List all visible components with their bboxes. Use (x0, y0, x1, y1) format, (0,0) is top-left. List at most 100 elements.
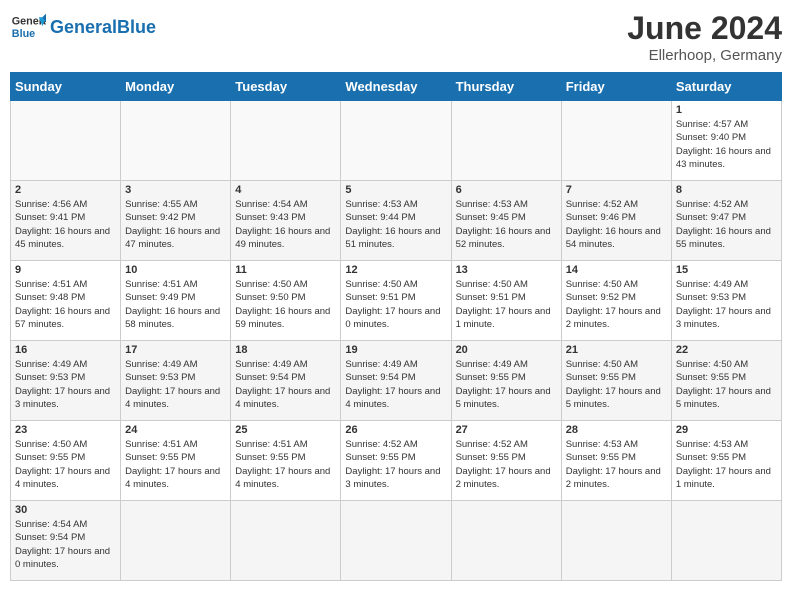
calendar-cell (11, 101, 121, 181)
calendar-cell: 11Sunrise: 4:50 AM Sunset: 9:50 PM Dayli… (231, 261, 341, 341)
calendar-cell: 17Sunrise: 4:49 AM Sunset: 9:53 PM Dayli… (121, 341, 231, 421)
week-row-5: 23 Sunrise: 4:50 AM Sunset: 9:55 PM Dayli… (11, 421, 782, 501)
day-number: 29 (676, 424, 777, 436)
weekday-header-thursday: Thursday (451, 73, 561, 101)
day-info: Sunrise: 4:49 AM Sunset: 9:53 PM Dayligh… (676, 278, 777, 331)
week-row-2: 2Sunrise: 4:56 AM Sunset: 9:41 PM Daylig… (11, 181, 782, 261)
day-info: Sunrise: 4:57 AM Sunset: 9:40 PM Dayligh… (676, 118, 777, 171)
calendar-cell (341, 101, 451, 181)
calendar-cell (451, 501, 561, 581)
week-row-6: 30 Sunrise: 4:54 AM Sunset: 9:54 PM Dayli… (11, 501, 782, 581)
day-number: 30 (15, 504, 116, 516)
calendar-cell: 28 Sunrise: 4:53 AM Sunset: 9:55 PM Dayli… (561, 421, 671, 501)
day-info: Sunrise: 4:49 AM Sunset: 9:53 PM Dayligh… (15, 358, 116, 411)
title-block: June 2024 Ellerhoop, Germany (627, 10, 782, 64)
calendar-cell: 25Sunrise: 4:51 AM Sunset: 9:55 PM Dayli… (231, 421, 341, 501)
calendar-cell: 22 Sunrise: 4:50 AM Sunset: 9:55 PM Dayli… (671, 341, 781, 421)
calendar-table: SundayMondayTuesdayWednesdayThursdayFrid… (10, 72, 782, 581)
calendar-cell: 6Sunrise: 4:53 AM Sunset: 9:45 PM Daylig… (451, 181, 561, 261)
calendar-cell: 8Sunrise: 4:52 AM Sunset: 9:47 PM Daylig… (671, 181, 781, 261)
day-info: Sunrise: 4:54 AM Sunset: 9:54 PM Dayligh… (15, 518, 116, 571)
day-info: Sunrise: 4:50 AM Sunset: 9:55 PM Dayligh… (676, 358, 777, 411)
day-info: Sunrise: 4:53 AM Sunset: 9:55 PM Dayligh… (566, 438, 667, 491)
calendar-cell: 13Sunrise: 4:50 AM Sunset: 9:51 PM Dayli… (451, 261, 561, 341)
day-info: Sunrise: 4:53 AM Sunset: 9:44 PM Dayligh… (345, 198, 446, 251)
weekday-header-tuesday: Tuesday (231, 73, 341, 101)
day-info: Sunrise: 4:50 AM Sunset: 9:51 PM Dayligh… (456, 278, 557, 331)
day-info: Sunrise: 4:51 AM Sunset: 9:48 PM Dayligh… (15, 278, 116, 331)
calendar-cell: 20Sunrise: 4:49 AM Sunset: 9:55 PM Dayli… (451, 341, 561, 421)
location-subtitle: Ellerhoop, Germany (627, 47, 782, 64)
weekday-header-friday: Friday (561, 73, 671, 101)
day-info: Sunrise: 4:52 AM Sunset: 9:55 PM Dayligh… (456, 438, 557, 491)
calendar-cell (121, 101, 231, 181)
header: General Blue GeneralBlue June 2024 Eller… (10, 10, 782, 64)
day-number: 10 (125, 264, 226, 276)
month-title: June 2024 (627, 10, 782, 47)
day-number: 27 (456, 424, 557, 436)
week-row-3: 9 Sunrise: 4:51 AM Sunset: 9:48 PM Daylig… (11, 261, 782, 341)
calendar-cell (231, 501, 341, 581)
calendar-cell: 12 Sunrise: 4:50 AM Sunset: 9:51 PM Dayli… (341, 261, 451, 341)
calendar-cell: 21Sunrise: 4:50 AM Sunset: 9:55 PM Dayli… (561, 341, 671, 421)
day-info: Sunrise: 4:49 AM Sunset: 9:54 PM Dayligh… (235, 358, 336, 411)
day-info: Sunrise: 4:52 AM Sunset: 9:47 PM Dayligh… (676, 198, 777, 251)
logo-blue: Blue (117, 17, 156, 37)
calendar-cell: 14 Sunrise: 4:50 AM Sunset: 9:52 PM Dayli… (561, 261, 671, 341)
day-info: Sunrise: 4:50 AM Sunset: 9:51 PM Dayligh… (345, 278, 446, 331)
day-info: Sunrise: 4:53 AM Sunset: 9:55 PM Dayligh… (676, 438, 777, 491)
day-number: 21 (566, 344, 667, 356)
day-info: Sunrise: 4:55 AM Sunset: 9:42 PM Dayligh… (125, 198, 226, 251)
logo: General Blue GeneralBlue (10, 10, 156, 46)
calendar-cell: 5Sunrise: 4:53 AM Sunset: 9:44 PM Daylig… (341, 181, 451, 261)
calendar-cell (671, 501, 781, 581)
calendar-cell: 23 Sunrise: 4:50 AM Sunset: 9:55 PM Dayli… (11, 421, 121, 501)
calendar-cell: 18Sunrise: 4:49 AM Sunset: 9:54 PM Dayli… (231, 341, 341, 421)
calendar-cell: 27 Sunrise: 4:52 AM Sunset: 9:55 PM Dayli… (451, 421, 561, 501)
calendar-cell: 29 Sunrise: 4:53 AM Sunset: 9:55 PM Dayli… (671, 421, 781, 501)
day-number: 4 (235, 184, 336, 196)
day-info: Sunrise: 4:52 AM Sunset: 9:55 PM Dayligh… (345, 438, 446, 491)
weekday-header-wednesday: Wednesday (341, 73, 451, 101)
calendar-cell: 24Sunrise: 4:51 AM Sunset: 9:55 PM Dayli… (121, 421, 231, 501)
weekday-header-sunday: Sunday (11, 73, 121, 101)
day-number: 12 (345, 264, 446, 276)
calendar-cell: 30 Sunrise: 4:54 AM Sunset: 9:54 PM Dayli… (11, 501, 121, 581)
day-number: 24 (125, 424, 226, 436)
day-info: Sunrise: 4:50 AM Sunset: 9:55 PM Dayligh… (15, 438, 116, 491)
day-number: 26 (345, 424, 446, 436)
day-info: Sunrise: 4:51 AM Sunset: 9:55 PM Dayligh… (235, 438, 336, 491)
day-number: 15 (676, 264, 777, 276)
week-row-1: 1Sunrise: 4:57 AM Sunset: 9:40 PM Daylig… (11, 101, 782, 181)
day-number: 3 (125, 184, 226, 196)
logo-icon: General Blue (10, 10, 46, 46)
day-number: 16 (15, 344, 116, 356)
day-number: 23 (15, 424, 116, 436)
calendar-cell: 15 Sunrise: 4:49 AM Sunset: 9:53 PM Dayli… (671, 261, 781, 341)
day-info: Sunrise: 4:50 AM Sunset: 9:52 PM Dayligh… (566, 278, 667, 331)
calendar-cell: 7Sunrise: 4:52 AM Sunset: 9:46 PM Daylig… (561, 181, 671, 261)
calendar-cell (231, 101, 341, 181)
day-info: Sunrise: 4:51 AM Sunset: 9:49 PM Dayligh… (125, 278, 226, 331)
day-number: 11 (235, 264, 336, 276)
day-number: 19 (345, 344, 446, 356)
day-number: 14 (566, 264, 667, 276)
calendar-cell: 1Sunrise: 4:57 AM Sunset: 9:40 PM Daylig… (671, 101, 781, 181)
day-number: 17 (125, 344, 226, 356)
day-info: Sunrise: 4:54 AM Sunset: 9:43 PM Dayligh… (235, 198, 336, 251)
day-info: Sunrise: 4:49 AM Sunset: 9:54 PM Dayligh… (345, 358, 446, 411)
day-number: 2 (15, 184, 116, 196)
day-info: Sunrise: 4:52 AM Sunset: 9:46 PM Dayligh… (566, 198, 667, 251)
day-info: Sunrise: 4:49 AM Sunset: 9:55 PM Dayligh… (456, 358, 557, 411)
calendar-cell (561, 101, 671, 181)
calendar-cell: 2Sunrise: 4:56 AM Sunset: 9:41 PM Daylig… (11, 181, 121, 261)
weekday-header-saturday: Saturday (671, 73, 781, 101)
day-number: 9 (15, 264, 116, 276)
day-number: 22 (676, 344, 777, 356)
weekday-header-monday: Monday (121, 73, 231, 101)
day-number: 28 (566, 424, 667, 436)
calendar-cell: 16 Sunrise: 4:49 AM Sunset: 9:53 PM Dayli… (11, 341, 121, 421)
weekday-header-row: SundayMondayTuesdayWednesdayThursdayFrid… (11, 73, 782, 101)
calendar-cell: 19 Sunrise: 4:49 AM Sunset: 9:54 PM Dayli… (341, 341, 451, 421)
calendar-cell (451, 101, 561, 181)
